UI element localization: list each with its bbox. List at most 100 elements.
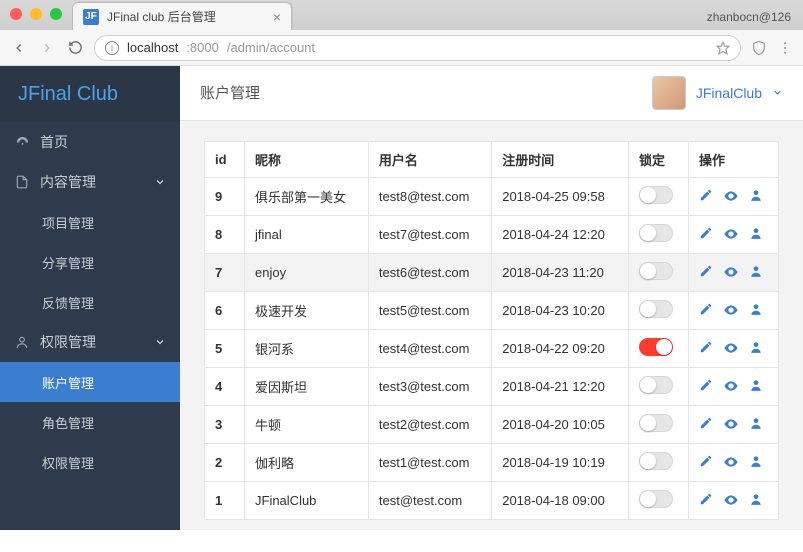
sidebar-item-home[interactable]: 首页 xyxy=(0,122,180,162)
cell-lock xyxy=(629,443,689,481)
lock-toggle[interactable] xyxy=(639,490,673,508)
sidebar-item-role[interactable]: 角色管理 xyxy=(0,402,180,442)
lock-toggle[interactable] xyxy=(639,186,673,204)
table-row: 8jfinaltest7@test.com2018-04-24 12:20 xyxy=(205,215,779,253)
view-icon[interactable] xyxy=(723,454,739,470)
sidebar-item-share[interactable]: 分享管理 xyxy=(0,242,180,282)
assign-user-icon[interactable] xyxy=(749,188,763,204)
edit-icon[interactable] xyxy=(699,302,713,318)
chevron-down-icon xyxy=(154,176,166,188)
assign-user-icon[interactable] xyxy=(749,226,763,242)
sidebar-item-content[interactable]: 内容管理 xyxy=(0,162,180,202)
user-menu[interactable]: JFinalClub xyxy=(652,76,783,110)
bookmark-star-icon[interactable] xyxy=(716,41,730,55)
brand[interactable]: JFinal Club xyxy=(0,66,180,122)
browser-chrome: JF JFinal club 后台管理 × zhanbocn@126 i loc… xyxy=(0,0,803,66)
sidebar-item-label: 权限管理 xyxy=(42,453,94,472)
assign-user-icon[interactable] xyxy=(749,264,763,280)
view-icon[interactable] xyxy=(723,340,739,356)
view-icon[interactable] xyxy=(723,264,739,280)
assign-user-icon[interactable] xyxy=(749,454,763,470)
cell-reg: 2018-04-23 11:20 xyxy=(492,253,629,291)
cell-id: 3 xyxy=(205,405,245,443)
window-maximize-button[interactable] xyxy=(50,8,62,20)
chevron-down-icon xyxy=(154,336,166,348)
edit-icon[interactable] xyxy=(699,226,713,242)
sidebar-item-label: 首页 xyxy=(40,132,68,152)
cell-reg: 2018-04-19 10:19 xyxy=(492,443,629,481)
cell-id: 8 xyxy=(205,215,245,253)
assign-user-icon[interactable] xyxy=(749,492,763,508)
view-icon[interactable] xyxy=(723,302,739,318)
nav-forward-button[interactable] xyxy=(38,41,56,55)
cell-nick: 牛顿 xyxy=(245,405,369,443)
window-close-button[interactable] xyxy=(10,8,22,20)
sidebar-item-label: 反馈管理 xyxy=(42,293,94,312)
address-bar[interactable]: i localhost:8000/admin/account xyxy=(94,35,741,61)
assign-user-icon[interactable] xyxy=(749,378,763,394)
view-icon[interactable] xyxy=(723,416,739,432)
lock-toggle[interactable] xyxy=(639,224,673,242)
edit-icon[interactable] xyxy=(699,492,713,508)
edit-icon[interactable] xyxy=(699,340,713,356)
file-icon xyxy=(14,175,30,189)
col-nick: 昵称 xyxy=(245,141,369,177)
view-icon[interactable] xyxy=(723,188,739,204)
cell-id: 9 xyxy=(205,177,245,215)
shield-icon[interactable] xyxy=(751,40,767,56)
view-icon[interactable] xyxy=(723,226,739,242)
sidebar-item-permission[interactable]: 权限管理 xyxy=(0,442,180,482)
cell-lock xyxy=(629,253,689,291)
edit-icon[interactable] xyxy=(699,378,713,394)
browser-tab[interactable]: JF JFinal club 后台管理 × xyxy=(72,2,292,30)
edit-icon[interactable] xyxy=(699,416,713,432)
nav-reload-button[interactable] xyxy=(66,40,84,55)
cell-id: 1 xyxy=(205,481,245,519)
lock-toggle[interactable] xyxy=(639,338,673,356)
edit-icon[interactable] xyxy=(699,454,713,470)
view-icon[interactable] xyxy=(723,492,739,508)
edit-icon[interactable] xyxy=(699,264,713,280)
cell-id: 6 xyxy=(205,291,245,329)
lock-toggle[interactable] xyxy=(639,262,673,280)
assign-user-icon[interactable] xyxy=(749,416,763,432)
view-icon[interactable] xyxy=(723,378,739,394)
lock-toggle[interactable] xyxy=(639,376,673,394)
window-minimize-button[interactable] xyxy=(30,8,42,20)
menu-icon[interactable] xyxy=(777,40,793,56)
sidebar-item-project[interactable]: 项目管理 xyxy=(0,202,180,242)
sidebar-item-permission-group[interactable]: 权限管理 xyxy=(0,322,180,362)
sidebar-item-feedback[interactable]: 反馈管理 xyxy=(0,282,180,322)
user-icon xyxy=(14,335,30,349)
sidebar-item-label: 内容管理 xyxy=(40,172,96,192)
topbar: 账户管理 JFinalClub xyxy=(180,66,803,121)
site-info-icon[interactable]: i xyxy=(105,41,119,55)
cell-actions xyxy=(689,253,779,291)
lock-toggle[interactable] xyxy=(639,300,673,318)
lock-toggle[interactable] xyxy=(639,452,673,470)
browser-toolbar: i localhost:8000/admin/account xyxy=(0,30,803,66)
nav-back-button[interactable] xyxy=(10,41,28,55)
cell-lock xyxy=(629,329,689,367)
browser-profile[interactable]: zhanbocn@126 xyxy=(707,10,791,24)
table-header-row: id 昵称 用户名 注册时间 锁定 操作 xyxy=(205,141,779,177)
col-id: id xyxy=(205,141,245,177)
table-row: 1JFinalClubtest@test.com2018-04-18 09:00 xyxy=(205,481,779,519)
url-port: :8000 xyxy=(186,40,219,55)
app-root: JFinal Club 首页 内容管理 项目管理 分享管理 反馈管理 权限管理 … xyxy=(0,66,803,530)
tab-close-icon[interactable]: × xyxy=(273,9,281,25)
edit-icon[interactable] xyxy=(699,188,713,204)
assign-user-icon[interactable] xyxy=(749,302,763,318)
table-row: 7enjoytest6@test.com2018-04-23 11:20 xyxy=(205,253,779,291)
assign-user-icon[interactable] xyxy=(749,340,763,356)
cell-actions xyxy=(689,291,779,329)
sidebar-item-account[interactable]: 账户管理 xyxy=(0,362,180,402)
cell-actions xyxy=(689,329,779,367)
cell-reg: 2018-04-23 10:20 xyxy=(492,291,629,329)
cell-user: test8@test.com xyxy=(368,177,491,215)
url-host: localhost xyxy=(127,40,178,55)
lock-toggle[interactable] xyxy=(639,414,673,432)
cell-nick: 银河系 xyxy=(245,329,369,367)
cell-actions xyxy=(689,367,779,405)
cell-lock xyxy=(629,291,689,329)
